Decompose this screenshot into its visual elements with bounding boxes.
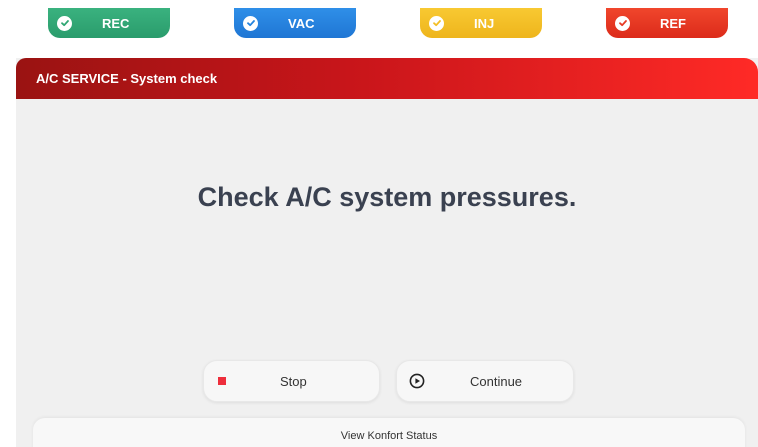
check-icon [429, 15, 444, 31]
step-label: INJ [474, 15, 495, 31]
stop-icon [218, 377, 226, 385]
stop-button[interactable]: Stop [203, 360, 380, 402]
step-label: VAC [288, 15, 315, 31]
system-check-panel: A/C SERVICE - System check Check A/C sys… [16, 58, 758, 447]
step-tab-rec[interactable]: REC [48, 8, 170, 38]
step-tab-ref[interactable]: REF [606, 8, 728, 38]
instruction-message: Check A/C system pressures. [197, 182, 577, 212]
step-label: REF [660, 15, 686, 31]
continue-button[interactable]: Continue [396, 360, 574, 402]
step-tabs: REC VAC INJ REF [0, 0, 758, 40]
check-icon [57, 15, 72, 31]
step-label: REC [102, 15, 130, 31]
step-tab-inj[interactable]: INJ [420, 8, 542, 38]
status-link-label: View Konfort Status [340, 430, 438, 442]
step-tab-vac[interactable]: VAC [234, 8, 356, 38]
continue-label: Continue [470, 373, 523, 389]
panel-header: A/C SERVICE - System check [16, 58, 758, 99]
stop-label: Stop [280, 373, 307, 389]
play-circle-icon [409, 373, 425, 389]
app-frame: REC VAC INJ REF A/C SERVICE - System che… [0, 0, 758, 447]
panel-title: A/C SERVICE - System check [36, 71, 218, 86]
view-konfort-status-button[interactable]: View Konfort Status [33, 418, 745, 447]
check-icon [243, 15, 258, 31]
check-icon [615, 15, 630, 31]
